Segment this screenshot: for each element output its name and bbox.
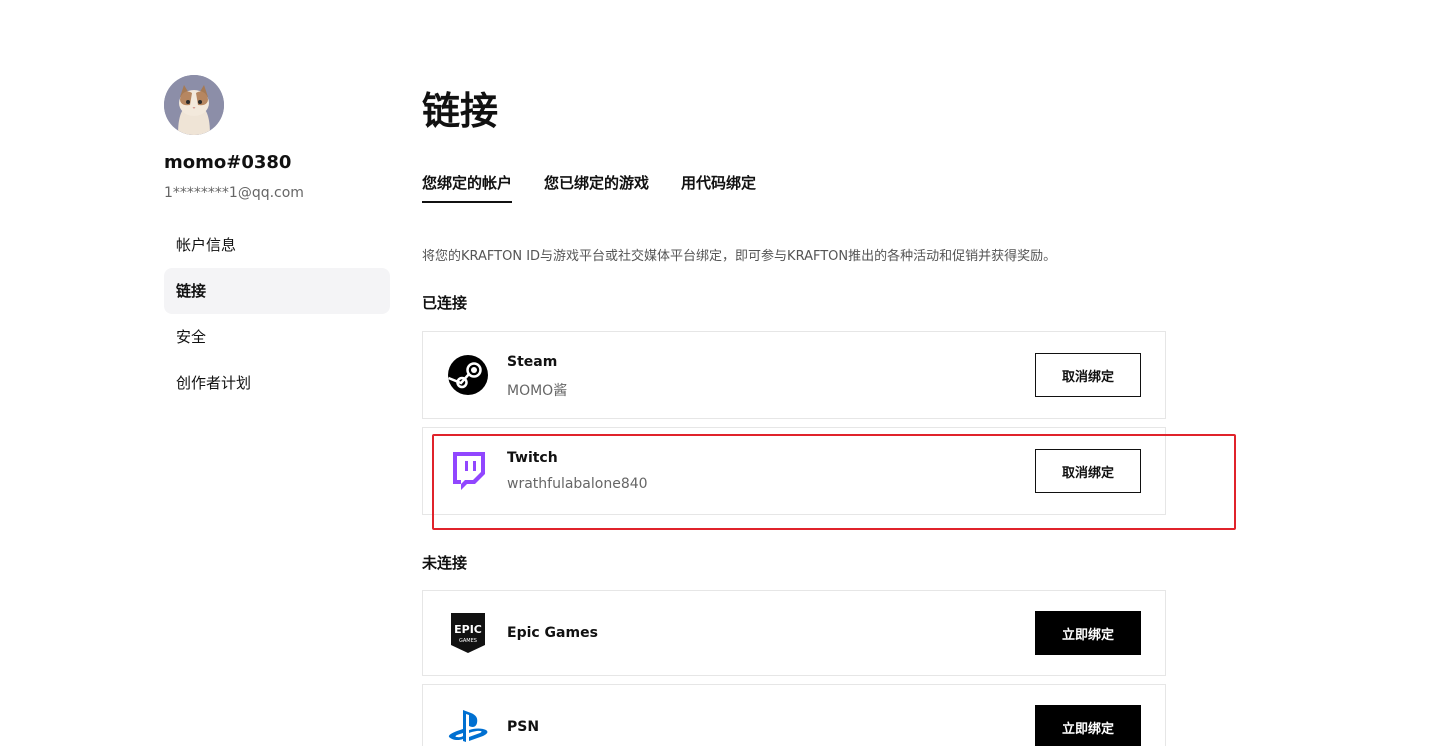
connected-section-title: 已连接	[422, 294, 468, 312]
sidebar-item-links[interactable]: 链接	[164, 268, 390, 314]
user-email: 1********1@qq.com	[164, 185, 304, 201]
svg-text:GAMES: GAMES	[459, 638, 477, 644]
twitch-card: Twitch wrathfulabalone840 取消绑定	[422, 427, 1166, 515]
tab-linked-games[interactable]: 您已绑定的游戏	[544, 172, 649, 203]
sidebar-item-creator-program[interactable]: 创作者计划	[164, 360, 390, 406]
sidebar-nav: 帐户信息 链接 安全 创作者计划	[164, 222, 390, 406]
epic-games-icon: EPIC GAMES	[447, 612, 489, 654]
platform-account: MOMO酱	[507, 383, 568, 399]
sidebar-item-account-info[interactable]: 帐户信息	[164, 222, 390, 268]
tab-link-with-code[interactable]: 用代码绑定	[681, 172, 756, 203]
steam-icon	[447, 354, 489, 396]
tab-bar: 您绑定的帐户 您已绑定的游戏 用代码绑定	[422, 172, 788, 203]
epic-games-card: EPIC GAMES Epic Games 立即绑定	[422, 590, 1166, 676]
username: momo#0380	[164, 152, 292, 173]
not-connected-section-title: 未连接	[422, 554, 468, 572]
unlink-twitch-button[interactable]: 取消绑定	[1035, 449, 1141, 493]
platform-name: Epic Games	[507, 625, 598, 641]
link-psn-button[interactable]: 立即绑定	[1035, 705, 1141, 746]
sidebar-item-security[interactable]: 安全	[164, 314, 390, 360]
platform-name: PSN	[507, 719, 540, 735]
psn-card: PSN 立即绑定	[422, 684, 1166, 746]
steam-card: Steam MOMO酱 取消绑定	[422, 331, 1166, 419]
playstation-icon	[447, 706, 489, 746]
avatar[interactable]	[164, 75, 224, 135]
svg-text:EPIC: EPIC	[454, 623, 482, 636]
platform-name: Twitch	[507, 450, 558, 466]
page-title: 链接	[422, 89, 499, 133]
link-epic-games-button[interactable]: 立即绑定	[1035, 611, 1141, 655]
platform-account: wrathfulabalone840	[507, 476, 648, 492]
platform-name: Steam	[507, 354, 558, 370]
unlink-steam-button[interactable]: 取消绑定	[1035, 353, 1141, 397]
twitch-icon	[447, 450, 489, 492]
page-description: 将您的KRAFTON ID与游戏平台或社交媒体平台绑定，即可参与KRAFTON推…	[422, 249, 1057, 264]
tab-linked-accounts[interactable]: 您绑定的帐户	[422, 172, 513, 203]
